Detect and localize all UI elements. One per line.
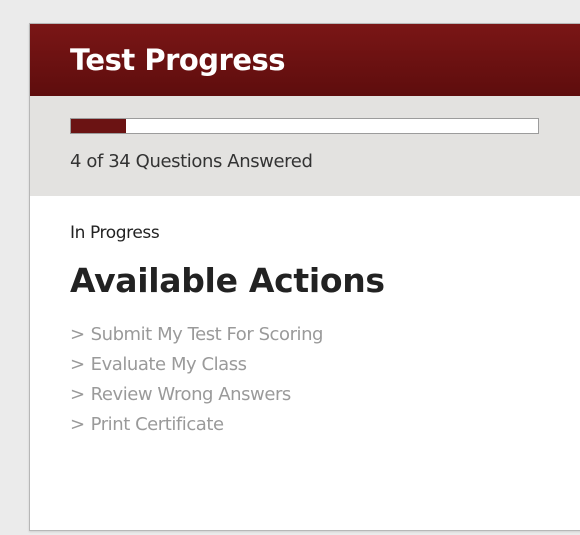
action-label: Review Wrong Answers <box>90 384 292 405</box>
test-progress-panel: Test Progress 4 of 34 Questions Answered… <box>29 23 580 531</box>
chevron-right-icon: > <box>70 384 85 405</box>
panel-header: Test Progress <box>30 24 580 96</box>
progress-bar <box>70 118 539 134</box>
progress-label: 4 of 34 Questions Answered <box>70 151 313 172</box>
review-wrong-answers-link[interactable]: > Review Wrong Answers <box>70 380 323 410</box>
print-certificate-link[interactable]: > Print Certificate <box>70 410 323 440</box>
available-actions-heading: Available Actions <box>70 261 385 300</box>
progress-section: 4 of 34 Questions Answered <box>30 96 580 196</box>
submit-test-link[interactable]: > Submit My Test For Scoring <box>70 320 323 350</box>
action-list: > Submit My Test For Scoring > Evaluate My… <box>70 320 323 440</box>
panel-title: Test Progress <box>70 43 286 77</box>
chevron-right-icon: > <box>70 324 85 345</box>
action-label: Submit My Test For Scoring <box>90 324 324 345</box>
chevron-right-icon: > <box>70 414 85 435</box>
action-label: Evaluate My Class <box>90 354 247 375</box>
chevron-right-icon: > <box>70 354 85 375</box>
evaluate-class-link[interactable]: > Evaluate My Class <box>70 350 323 380</box>
action-label: Print Certificate <box>90 414 224 435</box>
progress-bar-fill <box>71 119 126 133</box>
status-text: In Progress <box>70 223 160 243</box>
